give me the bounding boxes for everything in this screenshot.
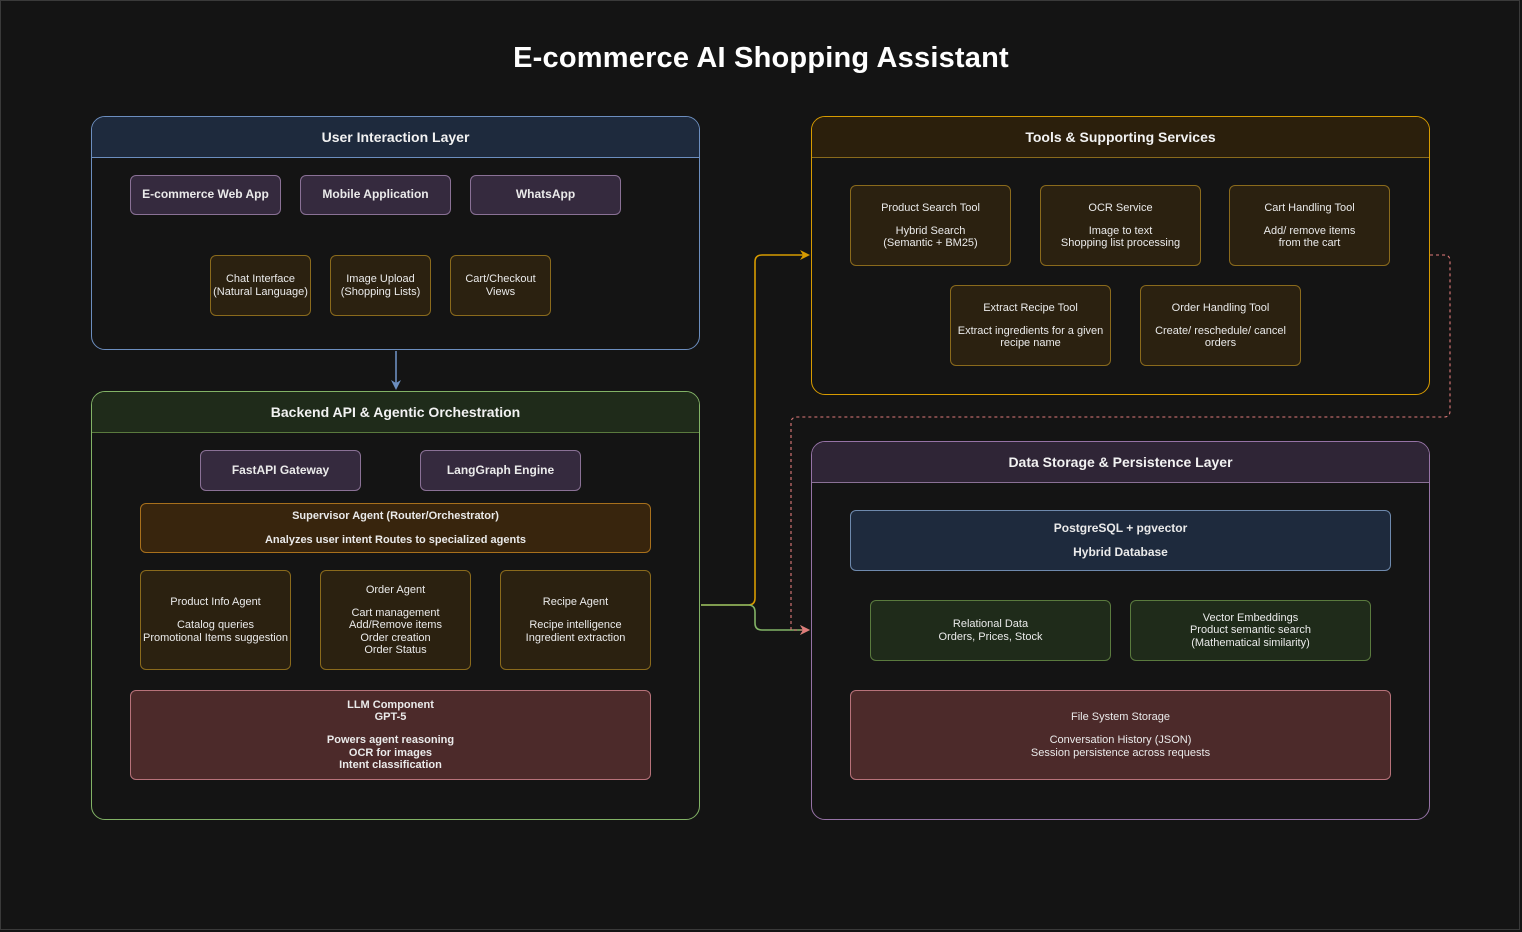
langgraph-engine-box: LangGraph Engine — [420, 450, 581, 491]
product-search-tool-name: Product Search Tool — [881, 201, 980, 214]
relational-data-name: Relational Data — [952, 618, 1029, 631]
product-search-tool-box: Product Search Tool Hybrid Search (Seman… — [850, 185, 1011, 266]
recipe-agent-line2: Ingredient extraction — [525, 631, 626, 644]
llm-line2: OCR for images — [348, 746, 433, 759]
image-upload-line2: (Shopping Lists) — [340, 285, 421, 298]
vector-embeddings-name: Vector Embeddings — [1202, 612, 1299, 625]
order-handling-tool-line1: Create/ reschedule/ cancel — [1155, 324, 1286, 337]
page-title: E-commerce AI Shopping Assistant — [513, 42, 1009, 74]
extract-recipe-tool-name: Extract Recipe Tool — [983, 301, 1078, 314]
order-agent-line3: Order creation — [360, 631, 431, 644]
order-agent-line1: Cart management — [351, 607, 440, 620]
postgresql-box: PostgreSQL + pgvector Hybrid Database — [850, 510, 1391, 571]
storage-layer-title: Data Storage & Persistence Layer — [812, 442, 1429, 483]
cart-checkout-box: Cart/Checkout Views — [450, 255, 551, 316]
product-search-tool-line2: (Semantic + BM25) — [883, 237, 978, 250]
extract-recipe-tool-line2: recipe name — [1000, 337, 1061, 350]
whatsapp-label: WhatsApp — [515, 187, 576, 202]
recipe-agent-name: Recipe Agent — [542, 596, 609, 609]
supervisor-agent-name: Supervisor Agent (Router/Orchestrator) — [292, 510, 499, 523]
order-handling-tool-name: Order Handling Tool — [1171, 301, 1270, 314]
extract-recipe-tool-box: Extract Recipe Tool Extract ingredients … — [950, 285, 1111, 366]
product-search-tool-line1: Hybrid Search — [895, 224, 966, 237]
web-app-box: E-commerce Web App — [130, 175, 281, 215]
user-layer-title: User Interaction Layer — [92, 117, 699, 158]
extract-recipe-tool-line1: Extract ingredients for a given — [957, 324, 1104, 337]
order-handling-tool-line2: orders — [1204, 337, 1237, 350]
llm-model: GPT-5 — [374, 711, 407, 724]
product-info-agent-line1: Catalog queries — [176, 619, 255, 632]
relational-data-desc: Orders, Prices, Stock — [938, 630, 1043, 643]
postgresql-name: PostgreSQL + pgvector — [1053, 520, 1188, 535]
product-info-agent-box: Product Info Agent Catalog queries Promo… — [140, 570, 291, 670]
vector-embeddings-line1: Product semantic search — [1189, 624, 1312, 637]
llm-line1: Powers agent reasoning — [326, 734, 455, 747]
ocr-service-box: OCR Service Image to text Shopping list … — [1040, 185, 1201, 266]
tools-layer-title: Tools & Supporting Services — [812, 117, 1429, 158]
llm-component-name: LLM Component — [347, 698, 434, 711]
product-info-agent-line2: Promotional Items suggestion — [143, 631, 288, 644]
order-agent-name: Order Agent — [365, 583, 426, 596]
mobile-app-box: Mobile Application — [300, 175, 451, 215]
order-agent-line2: Add/Remove items — [349, 619, 442, 632]
file-system-storage-line1: Conversation History (JSON) — [1049, 734, 1192, 747]
cart-handling-tool-line1: Add/ remove items — [1263, 224, 1356, 237]
web-app-label: E-commerce Web App — [142, 187, 269, 202]
whatsapp-box: WhatsApp — [470, 175, 621, 215]
file-system-storage-line2: Session persistence across requests — [1030, 746, 1211, 759]
recipe-agent-box: Recipe Agent Recipe intelligence Ingredi… — [500, 570, 651, 670]
llm-component-box: LLM Component GPT-5 Powers agent reasoni… — [130, 690, 651, 780]
cart-handling-tool-name: Cart Handling Tool — [1264, 201, 1355, 214]
cart-handling-tool-box: Cart Handling Tool Add/ remove items fro… — [1229, 185, 1390, 266]
image-upload-line1: Image Upload — [346, 273, 415, 286]
supervisor-agent-desc: Analyzes user intent Routes to specializ… — [264, 533, 526, 546]
vector-embeddings-line2: (Mathematical similarity) — [1191, 636, 1310, 649]
fastapi-gateway-label: FastAPI Gateway — [231, 462, 330, 477]
chat-interface-line1: Chat Interface — [225, 273, 296, 286]
cart-checkout-line1: Cart/Checkout — [465, 273, 536, 286]
chat-interface-box: Chat Interface (Natural Language) — [210, 255, 311, 316]
image-upload-box: Image Upload (Shopping Lists) — [330, 255, 431, 316]
langgraph-engine-label: LangGraph Engine — [446, 462, 555, 477]
file-system-storage-name: File System Storage — [1070, 711, 1171, 724]
recipe-agent-line1: Recipe intelligence — [529, 619, 622, 632]
ocr-service-line1: Image to text — [1088, 224, 1153, 237]
fastapi-gateway-box: FastAPI Gateway — [200, 450, 361, 491]
ocr-service-name: OCR Service — [1088, 201, 1153, 214]
order-agent-line4: Order Status — [364, 643, 427, 656]
cart-checkout-line2: Views — [485, 285, 516, 298]
mobile-app-label: Mobile Application — [322, 187, 429, 202]
backend-layer-title: Backend API & Agentic Orchestration — [92, 392, 699, 433]
order-agent-box: Order Agent Cart management Add/Remove i… — [320, 570, 471, 670]
llm-line3: Intent classification — [339, 758, 442, 771]
chat-interface-line2: (Natural Language) — [213, 285, 308, 298]
cart-handling-tool-line2: from the cart — [1278, 237, 1341, 250]
postgresql-desc: Hybrid Database — [1073, 545, 1168, 559]
diagram-canvas: E-commerce AI Shopping Assistant User In… — [0, 0, 1522, 932]
product-info-agent-name: Product Info Agent — [170, 596, 261, 609]
supervisor-agent-box: Supervisor Agent (Router/Orchestrator) A… — [140, 503, 651, 553]
order-handling-tool-box: Order Handling Tool Create/ reschedule/ … — [1140, 285, 1301, 366]
ocr-service-line2: Shopping list processing — [1060, 237, 1181, 250]
relational-data-box: Relational Data Orders, Prices, Stock — [870, 600, 1111, 661]
vector-embeddings-box: Vector Embeddings Product semantic searc… — [1130, 600, 1371, 661]
file-system-storage-box: File System Storage Conversation History… — [850, 690, 1391, 780]
